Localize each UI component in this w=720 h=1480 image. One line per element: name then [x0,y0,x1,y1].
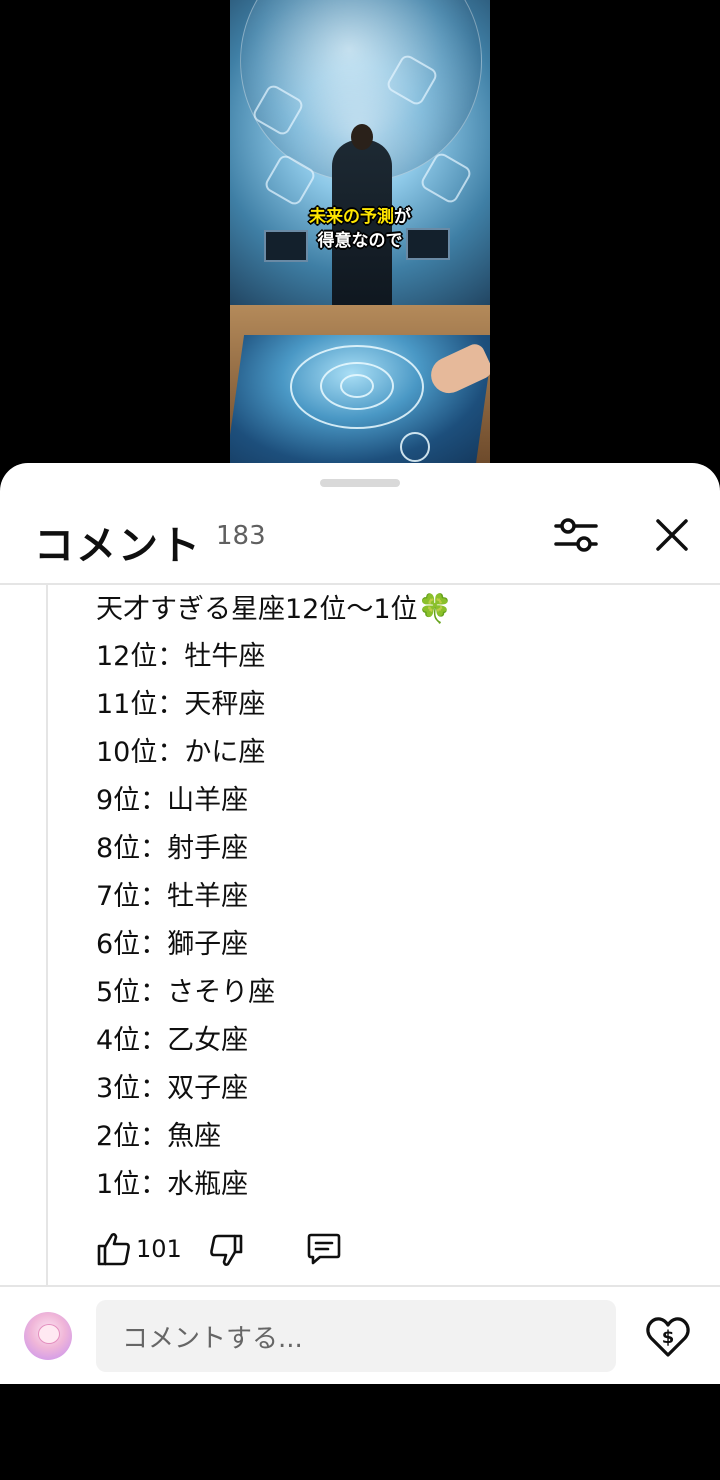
comment-text: 天才すぎる星座12位〜1位🍀 12位：牡牛座 11位：天秤座 10位：かに座 9… [96,585,696,1209]
thumbs-down-icon [210,1234,243,1266]
comment-line: 4位：乙女座 [96,1025,249,1056]
comment-line: 3位：双子座 [96,1073,249,1104]
comment-actions: 101 [96,1227,696,1275]
clover-icon: 🍀 [417,592,453,625]
comment-line: 12位：牡牛座 [96,641,266,672]
like-count: 101 [136,1235,182,1263]
drag-handle[interactable] [320,479,400,487]
comment-line: 天才すぎる星座12位〜1位🍀 [96,592,453,625]
comments-count: 183 [216,521,266,551]
video-caption: 未来の予測が 得意なので [230,205,490,253]
screen: 未来の予測が 得意なので コメント 183 天才すぎる星座12位〜1位🍀 12位… [0,0,720,1480]
comments-title: コメント [34,523,202,569]
comment-line: 2位：魚座 [96,1121,222,1152]
reply-button[interactable] [306,1231,342,1267]
caption-highlight: 未来の予測 [309,207,394,227]
comment-line: 11位：天秤座 [96,689,266,720]
user-avatar[interactable] [24,1312,72,1360]
super-thanks-button[interactable]: $ [644,1313,692,1361]
svg-text:$: $ [662,1327,675,1348]
comment-line: 8位：射手座 [96,833,249,864]
comment-line: 9位：山羊座 [96,785,249,816]
composer-divider [0,1285,720,1287]
thread-line [46,585,48,1285]
caption-line1-rest: が [394,207,411,227]
close-icon [656,519,688,551]
comment-line: 5位：さそり座 [96,977,276,1008]
comment-line: 1位：水瓶座 [96,1169,249,1200]
video-player[interactable]: 未来の予測が 得意なので [230,0,490,464]
comment-line: 6位：獅子座 [96,929,249,960]
comments-sheet: コメント 183 天才すぎる星座12位〜1位🍀 12位：牡牛座 11位：天秤座 … [0,463,720,1384]
ring-graphic [400,432,430,462]
like-button[interactable] [96,1231,132,1267]
close-button[interactable] [644,507,700,563]
reply-comment-icon [307,1233,341,1265]
caption-line2: 得意なので [317,231,403,251]
dislike-button[interactable] [208,1233,244,1269]
thumbs-up-icon [97,1233,130,1266]
ring-graphic [340,374,374,398]
system-nav-area [0,1384,720,1480]
sliders-icon [554,518,598,552]
comment-input[interactable]: コメントする... [96,1300,616,1372]
comment-line: 7位：牡羊座 [96,881,249,912]
heart-dollar-icon: $ [646,1317,690,1357]
comment-line: 10位：かに座 [96,737,266,768]
filter-button[interactable] [548,507,604,563]
